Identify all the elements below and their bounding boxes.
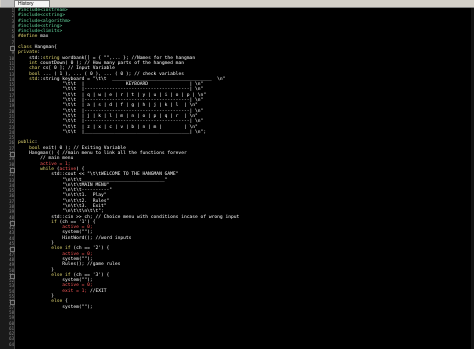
code-token: std::cin >> ch; // Choice menu with cond… [51,214,240,220]
code-token: std:: [29,55,43,61]
code-token: { [62,299,68,305]
code-token: cs[ 0 ]; // Input Variable [40,66,115,72]
code-token: //EXIT [87,288,107,294]
code-token: ... ( 1 ), ... ( 0 ), ... ( 0 ); // chec… [40,71,184,77]
code-token: "",... [103,55,121,61]
code-token: active = 0; [62,251,93,257]
code-token: system(""); [62,230,93,236]
code-editor[interactable]: #include<iostream> #include<cstring> #incl… [18,8,474,347]
gutter-divider [14,8,15,349]
line-numbers: 1234567891011121314151617181920212223242… [1,8,14,347]
code-token: : [34,140,38,146]
code-token: private [18,50,38,56]
code-token: "\t\t | z | x | c | v | b | n | m | | \n… [62,124,198,130]
code-token: HintWord(); //word inputs [62,235,132,241]
code-token: max [37,34,49,40]
code-token: exit = 1; [62,288,88,294]
code-line[interactable] [18,342,474,347]
code-token: else [51,299,63,305]
line-number: 64 [9,341,14,347]
code-token: exit( 0 ); // Exiting Variable [40,145,126,151]
code-token: bool [29,145,41,151]
code-token: "\t\t |_________________________________… [62,129,207,135]
code-token: "\t\t | a | s | d | f | g | h | j | k | … [62,103,198,109]
fold-marker-icon[interactable] [10,167,15,173]
code-token: // main menu [40,156,74,162]
code-token: #include<algorithm> [18,18,71,24]
code-token: wordbank[] = { [59,55,104,61]
code-token: std::cout << "\t\tWELCOME TO THE HANGMAN… [51,172,179,178]
tab-bar: History [0,0,474,8]
code-token: Rules(); //game rules [62,262,121,268]
code-token: "\n\t\t2. Rules" [62,198,110,204]
code-token: string [42,55,60,61]
code-token: }; //Names for the hangman [120,55,196,61]
tab-history[interactable]: History [14,0,50,7]
code-token: (ch == '2') { [70,246,110,252]
fold-marker-icon[interactable] [10,45,15,51]
code-token: "\t\t | q | w | e | r | t | y | u | i | … [62,92,207,98]
code-token: public [18,140,35,146]
code-token: "\n\t\t______________________________" [62,177,168,183]
code-token: "\t\t |---------------------------------… [62,87,204,93]
fold-marker-icon[interactable] [10,220,15,226]
code-token: bool [29,71,41,77]
code-token: active = 1; [40,161,71,167]
fold-marker-icon[interactable] [10,273,15,279]
code-token: "\n\t\t1. Play" [62,193,107,199]
code-token: else if [51,246,71,252]
code-token: "\t\t |---------------------------------… [62,119,204,125]
code-token: "\t\t |---------------------------------… [62,108,204,114]
code-token: char [29,66,41,72]
fold-marker-icon[interactable] [10,300,15,306]
code-token: } [51,267,54,273]
code-token: : [37,50,41,56]
code-token: active = 0; [62,283,93,289]
code-token: #define [18,34,38,40]
code-token: "\n\t\t\n\t\t"; [62,209,104,215]
code-token: system(""); [62,304,93,310]
fold-marker-icon[interactable] [10,247,15,253]
fold-marker-icon[interactable] [10,151,15,157]
code-token: #include<cstring> [18,13,66,19]
